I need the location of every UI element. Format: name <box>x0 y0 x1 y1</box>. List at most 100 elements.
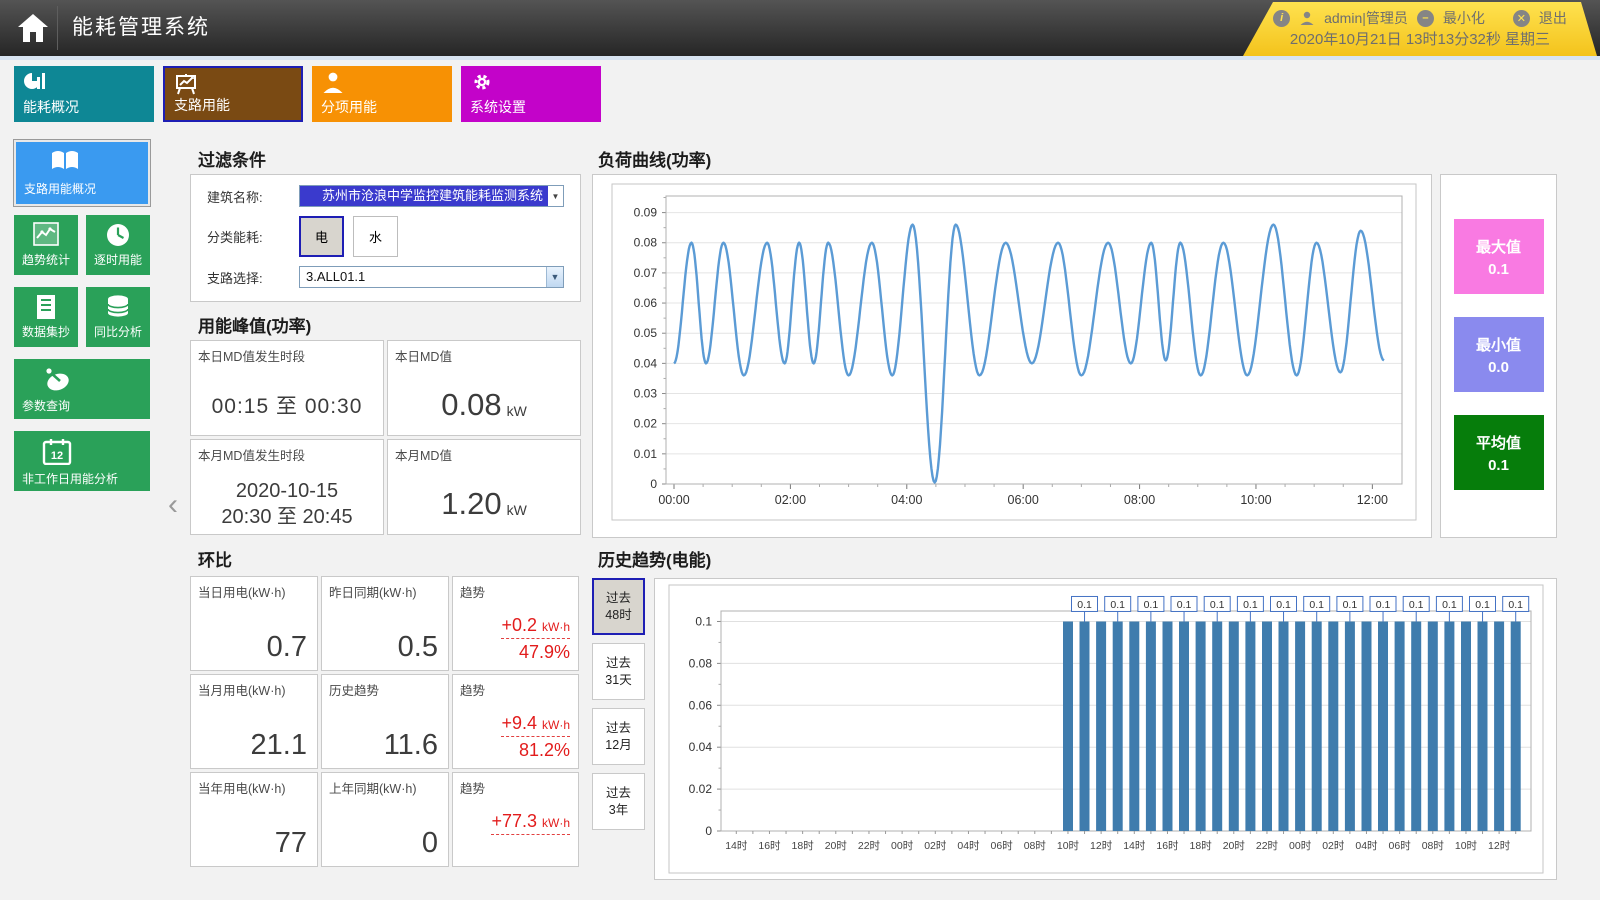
building-select-value: 苏州市沧浪中学监控建筑能耗监测系统 <box>300 186 548 206</box>
easel-chart-icon <box>174 73 198 95</box>
svg-text:0.1: 0.1 <box>1276 599 1291 611</box>
svg-text:10:00: 10:00 <box>1240 493 1271 507</box>
building-select[interactable]: 苏州市沧浪中学监控建筑能耗监测系统 ▼ <box>299 185 564 207</box>
chevron-down-icon[interactable]: ▼ <box>548 186 563 206</box>
nav-category-energy[interactable]: 分项用能 <box>312 66 452 122</box>
svg-text:0.1: 0.1 <box>1243 599 1258 611</box>
svg-text:0: 0 <box>650 477 657 491</box>
svg-text:08时: 08时 <box>1422 840 1445 852</box>
peak-grid: 本日MD值发生时段 00:15 至 00:30 本日MD值 0.08kW 本月M… <box>190 340 581 535</box>
history-bar-chart: 00.020.040.060.080.114时16时18时20时22时00时02… <box>657 581 1554 877</box>
svg-text:0.04: 0.04 <box>689 740 713 754</box>
home-icon <box>16 12 50 44</box>
nav-label: 支路用能 <box>174 95 292 115</box>
svg-text:00时: 00时 <box>1289 840 1312 852</box>
sidebar-item-label: 逐时用能 <box>94 251 142 268</box>
svg-text:0.1: 0.1 <box>1343 599 1358 611</box>
svg-text:04时: 04时 <box>1355 840 1378 852</box>
tab-past-48h[interactable]: 过去48时 <box>592 578 645 635</box>
nav-system-settings[interactable]: 系统设置 <box>461 66 601 122</box>
home-button[interactable] <box>8 6 58 50</box>
info-icon[interactable]: i <box>1273 10 1290 27</box>
sidebar-item-label: 趋势统计 <box>22 251 70 268</box>
minimize-icon[interactable]: – <box>1417 10 1434 27</box>
book-icon <box>50 149 80 173</box>
nav-branch-energy[interactable]: 支路用能 <box>163 66 303 122</box>
app-title: 能耗管理系统 <box>72 0 210 56</box>
svg-text:0.1: 0.1 <box>1077 599 1092 611</box>
svg-text:04时: 04时 <box>957 840 980 852</box>
main-nav: 能耗概况 支路用能 分项用能 系统设置 <box>14 66 601 122</box>
logout-button[interactable]: 退出 <box>1539 8 1567 28</box>
filter-panel: 建筑名称: 苏州市沧浪中学监控建筑能耗监测系统 ▼ 分类能耗: 电 水 支路选择… <box>190 174 581 302</box>
minimize-button[interactable]: 最小化 <box>1443 8 1485 28</box>
sidebar-item-data-collection[interactable]: 数据集抄 <box>14 287 78 347</box>
hb-cell-year-usage: 当年用电(kW·h)77 <box>190 772 318 867</box>
svg-text:0.1: 0.1 <box>1210 599 1225 611</box>
sidebar-collapse-chevron[interactable]: ‹ <box>168 488 178 522</box>
sidebar-item-nonworkday-analysis[interactable]: 12 非工作日用能分析 <box>14 431 150 491</box>
svg-text:0.1: 0.1 <box>1475 599 1490 611</box>
history-section-title: 历史趋势(电能) <box>598 546 711 571</box>
svg-text:0.08: 0.08 <box>634 236 658 250</box>
svg-text:0.1: 0.1 <box>1110 599 1125 611</box>
energy-option-electric[interactable]: 电 <box>299 216 344 257</box>
hb-cell-last-year: 上年同期(kW·h)0 <box>321 772 449 867</box>
user-icon <box>1299 10 1315 26</box>
close-icon[interactable]: ✕ <box>1513 10 1530 27</box>
svg-text:0.05: 0.05 <box>634 326 658 340</box>
stat-max: 最大值0.1 <box>1454 219 1544 294</box>
sidebar-item-label: 支路用能概况 <box>24 180 140 197</box>
sidebar-item-yoy-analysis[interactable]: 同比分析 <box>86 287 150 347</box>
sidebar-item-label: 参数查询 <box>22 397 142 414</box>
svg-text:22时: 22时 <box>858 840 881 852</box>
svg-text:06时: 06时 <box>991 840 1014 852</box>
svg-text:0.06: 0.06 <box>634 296 658 310</box>
svg-text:0.06: 0.06 <box>689 698 713 712</box>
stat-min: 最小值0.0 <box>1454 317 1544 392</box>
svg-text:0.02: 0.02 <box>634 417 658 431</box>
sidebar-item-hourly-energy[interactable]: 逐时用能 <box>86 215 150 275</box>
header: 能耗管理系统 i admin|管理员 – 最小化 ✕ 退出 2020年10月21… <box>0 0 1600 56</box>
sidebar-item-branch-overview[interactable]: 支路用能概况 <box>14 140 150 206</box>
hb-cell-month-usage: 当月用电(kW·h)21.1 <box>190 674 318 769</box>
svg-text:02:00: 02:00 <box>775 493 806 507</box>
filter-section-title: 过滤条件 <box>198 146 266 171</box>
svg-text:16时: 16时 <box>758 840 781 852</box>
svg-text:10时: 10时 <box>1057 840 1080 852</box>
sidebar-item-parameter-query[interactable]: 参数查询 <box>14 359 150 419</box>
peak-today-md-value: 0.08 <box>441 387 501 423</box>
tab-past-12m[interactable]: 过去12月 <box>592 708 645 765</box>
svg-text:0: 0 <box>705 824 712 838</box>
svg-text:12:00: 12:00 <box>1357 493 1388 507</box>
sidebar-item-label: 非工作日用能分析 <box>22 470 142 487</box>
energy-option-water[interactable]: 水 <box>353 216 398 257</box>
history-chart-panel: 00.020.040.060.080.114时16时18时20时22时00时02… <box>654 578 1557 880</box>
hb-cell-yesterday: 昨日同期(kW·h)0.5 <box>321 576 449 671</box>
svg-text:0.03: 0.03 <box>634 387 658 401</box>
nav-energy-overview[interactable]: 能耗概况 <box>14 66 154 122</box>
svg-text:10时: 10时 <box>1455 840 1478 852</box>
svg-text:00时: 00时 <box>891 840 914 852</box>
branch-label: 支路选择: <box>207 268 299 287</box>
svg-text:22时: 22时 <box>1256 840 1279 852</box>
peak-cell-today-period: 本日MD值发生时段 00:15 至 00:30 <box>190 340 384 436</box>
sidebar-item-label: 数据集抄 <box>22 323 70 340</box>
svg-text:0.1: 0.1 <box>1442 599 1457 611</box>
chevron-down-icon[interactable]: ▼ <box>546 267 563 287</box>
peak-cell-today-md: 本日MD值 0.08kW <box>387 340 581 436</box>
gear-icon <box>470 71 494 93</box>
sidebar-item-trend-stats[interactable]: 趋势统计 <box>14 215 78 275</box>
pie-chart-icon <box>23 71 47 93</box>
tab-past-31d[interactable]: 过去31天 <box>592 643 645 700</box>
svg-text:08时: 08时 <box>1024 840 1047 852</box>
branch-select[interactable]: 3.ALL01.1 ▼ <box>299 266 564 288</box>
database-icon <box>105 294 131 320</box>
user-label: admin|管理员 <box>1324 8 1408 28</box>
stat-avg: 平均值0.1 <box>1454 415 1544 490</box>
huanbi-section-title: 环比 <box>198 546 232 571</box>
svg-text:0.07: 0.07 <box>634 266 658 280</box>
svg-text:12时: 12时 <box>1488 840 1511 852</box>
tab-past-3y[interactable]: 过去3年 <box>592 773 645 830</box>
hb-cell-trend-year: 趋势 +77.3 kW·h <box>452 772 579 867</box>
